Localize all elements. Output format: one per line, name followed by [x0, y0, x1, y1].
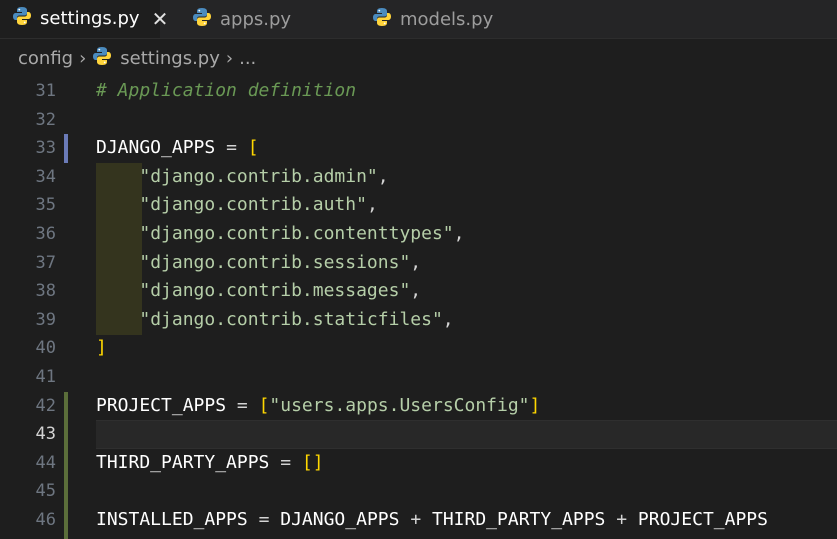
code-editor[interactable]: 31 # Application definition 32 33 DJANGO_APP…	[0, 77, 837, 539]
code-line[interactable]: 46 INSTALLED_APPS = DJANGO_APPS + THIRD_P…	[0, 506, 837, 535]
code-line[interactable]: 33 DJANGO_APPS = [	[0, 134, 837, 163]
line-number: 41	[35, 367, 56, 387]
code-text: "django.contrib.messages",	[139, 280, 422, 302]
code-line[interactable]: 32	[0, 106, 837, 135]
line-number: 44	[35, 452, 56, 473]
tab-apps-py[interactable]: apps.py	[192, 0, 352, 38]
line-number: 39	[35, 309, 56, 330]
code-text: DJANGO_APPS = [	[96, 137, 259, 159]
python-icon	[92, 46, 112, 71]
code-text: "django.contrib.admin",	[139, 165, 389, 187]
line-number: 32	[35, 109, 56, 130]
breadcrumb-file[interactable]: settings.py	[120, 48, 220, 69]
code-line[interactable]: 45	[0, 477, 837, 506]
line-number: 46	[35, 510, 56, 530]
code-text: ]	[96, 337, 107, 359]
line-number: 35	[35, 195, 56, 216]
code-text: "django.contrib.contenttypes",	[139, 223, 465, 244]
tab-label: apps.py	[220, 8, 292, 30]
tab-label: settings.py	[40, 8, 140, 29]
code-text: "django.contrib.auth",	[139, 194, 378, 216]
tab-models-py[interactable]: models.py	[372, 0, 552, 38]
code-line[interactable]: 41	[0, 363, 837, 392]
line-number: 45	[35, 481, 56, 502]
code-text: THIRD_PARTY_APPS = []	[96, 451, 324, 473]
line-number: 38	[35, 281, 56, 302]
tab-label: models.py	[400, 8, 494, 30]
code-text: "django.contrib.staticfiles",	[139, 308, 454, 330]
line-number: 36	[35, 224, 56, 244]
chevron-right-icon: ›	[79, 47, 87, 69]
line-number: 31	[35, 81, 56, 101]
code-text: INSTALLED_APPS = DJANGO_APPS + THIRD_PAR…	[96, 509, 768, 530]
line-number: 40	[35, 338, 56, 359]
code-line[interactable]: 36 "django.contrib.contenttypes",	[0, 220, 837, 249]
code-line[interactable]: 43	[0, 420, 837, 449]
close-icon[interactable]: ✕	[152, 7, 169, 31]
line-number: 42	[35, 395, 56, 416]
breadcrumb: config › settings.py › ...	[0, 39, 837, 77]
code-line[interactable]: 44 THIRD_PARTY_APPS = []	[0, 449, 837, 478]
chevron-right-icon: ›	[225, 47, 234, 69]
line-number: 37	[35, 252, 56, 273]
code-text: "django.contrib.sessions",	[139, 251, 422, 273]
breadcrumb-folder[interactable]: config	[18, 48, 73, 69]
code-line[interactable]: 34 "django.contrib.admin",	[0, 163, 837, 192]
line-number: 33	[35, 138, 56, 159]
line-number: 34	[35, 166, 56, 187]
python-icon	[12, 6, 32, 31]
python-icon	[372, 7, 392, 32]
tab-settings-py[interactable]: settings.py ✕	[0, 0, 168, 38]
code-text: # Application definition	[96, 80, 357, 101]
code-line[interactable]: 38 "django.contrib.messages",	[0, 277, 837, 306]
code-line[interactable]: 37 "django.contrib.sessions",	[0, 249, 837, 278]
line-number: 43	[35, 424, 56, 445]
tab-bar: settings.py ✕ apps.py models.py	[0, 0, 837, 38]
breadcrumb-more[interactable]: ...	[239, 48, 256, 69]
code-line[interactable]: 40]	[0, 334, 837, 363]
code-text: PROJECT_APPS = ["users.apps.UsersConfig"…	[96, 394, 541, 416]
code-line[interactable]: 31 # Application definition	[0, 77, 837, 106]
code-line[interactable]: 42 PROJECT_APPS = ["users.apps.UsersConfi…	[0, 392, 837, 421]
code-line[interactable]: 39 "django.contrib.staticfiles",	[0, 306, 837, 335]
python-icon	[192, 7, 212, 32]
code-line[interactable]: 35 "django.contrib.auth",	[0, 191, 837, 220]
